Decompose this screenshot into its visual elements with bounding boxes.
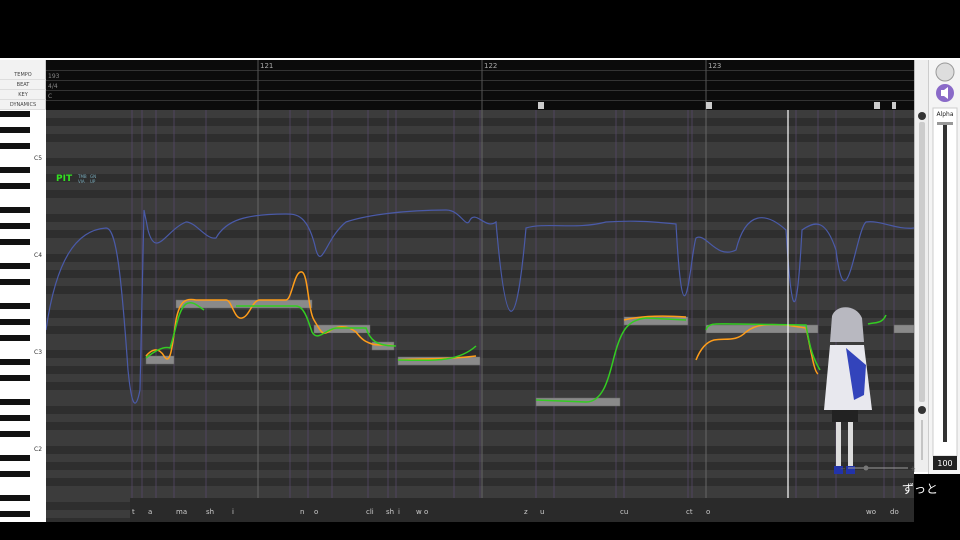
octave-c4-label: C4 xyxy=(34,252,42,259)
note-block[interactable] xyxy=(893,324,914,334)
lyric-syllable[interactable]: cu xyxy=(620,508,628,516)
black-key[interactable] xyxy=(0,455,30,461)
lyric-syllable[interactable]: do xyxy=(890,508,899,516)
black-key[interactable] xyxy=(0,495,30,501)
beat-label: BEAT xyxy=(0,80,46,90)
horizontal-zoom[interactable]: − + xyxy=(840,463,918,473)
zoom-handle[interactable] xyxy=(863,465,869,471)
note-block[interactable] xyxy=(705,324,819,334)
black-key[interactable] xyxy=(0,431,30,437)
lyric-syllable[interactable]: cli xyxy=(366,508,374,516)
lyric-syllable[interactable]: i xyxy=(398,508,400,516)
lyric-syllable[interactable]: ma xyxy=(176,508,187,516)
lyric-syllable[interactable]: n xyxy=(300,508,304,516)
lyric-syllable[interactable]: o xyxy=(424,508,428,516)
black-key[interactable] xyxy=(0,471,30,477)
param-tag: VIA xyxy=(78,179,85,184)
black-key[interactable] xyxy=(0,279,30,285)
dynamics-marker[interactable] xyxy=(874,102,880,109)
lyric-syllable[interactable]: a xyxy=(148,508,152,516)
tempo-label: TEMPO xyxy=(0,70,46,80)
lyric-syllable[interactable]: o xyxy=(706,508,710,516)
lyric-syllable[interactable]: w xyxy=(416,508,422,516)
black-key[interactable] xyxy=(0,239,30,245)
lyric-syllable[interactable]: z xyxy=(524,508,528,516)
beat-value: 4/4 xyxy=(48,83,58,90)
dynamics-marker[interactable] xyxy=(538,102,544,109)
lyric-syllable[interactable]: t xyxy=(132,508,135,516)
lyric-syllable[interactable]: o xyxy=(314,508,318,516)
alpha-value: 100 xyxy=(937,459,952,468)
zoom-minus-icon[interactable]: − xyxy=(840,465,846,473)
lyric-syllable[interactable]: wo xyxy=(866,508,876,516)
circle-button-icon[interactable] xyxy=(935,62,955,82)
octave-c5-label: C5 xyxy=(34,155,42,162)
black-key[interactable] xyxy=(0,319,30,325)
black-key[interactable] xyxy=(0,127,30,133)
black-key[interactable] xyxy=(0,223,30,229)
param-tag: UP xyxy=(90,179,96,184)
octave-c3-label: C3 xyxy=(34,349,42,356)
black-key[interactable] xyxy=(0,207,30,213)
side-panel: Alpha 100 xyxy=(928,60,960,474)
lyric-syllable[interactable]: i xyxy=(232,508,234,516)
scroll-up-icon[interactable] xyxy=(918,112,926,120)
pit-label: PIT xyxy=(56,174,73,184)
zoom-plus-icon[interactable]: + xyxy=(910,465,916,473)
lyric-syllable[interactable]: ct xyxy=(686,508,693,516)
black-key[interactable] xyxy=(0,359,30,365)
vertical-scrollbar[interactable] xyxy=(914,60,928,472)
dynamics-marker[interactable] xyxy=(706,102,712,109)
scroll-thumb[interactable] xyxy=(919,122,925,402)
measure-122: 122 xyxy=(484,62,497,70)
alpha-label: Alpha xyxy=(936,111,953,118)
subtitle-caption: ずっと xyxy=(901,482,938,496)
timeline-ruler[interactable]: 121 122 123 193 4/4 C xyxy=(46,60,914,110)
black-key[interactable] xyxy=(0,167,30,173)
black-key[interactable] xyxy=(0,335,30,341)
black-key[interactable] xyxy=(0,263,30,269)
black-key[interactable] xyxy=(0,415,30,421)
scroll-down-icon[interactable] xyxy=(918,406,926,414)
dynamics-label: DYNAMICS xyxy=(0,100,46,110)
key-value: C xyxy=(48,93,52,100)
black-key[interactable] xyxy=(0,183,30,189)
alpha-slider[interactable] xyxy=(943,122,947,442)
editor-window: TEMPO BEAT KEY DYNAMICS 121 122 123 193 … xyxy=(0,58,960,522)
black-key[interactable] xyxy=(0,143,30,149)
measure-123: 123 xyxy=(708,62,721,70)
black-key[interactable] xyxy=(0,399,30,405)
key-label: KEY xyxy=(0,90,46,100)
black-key[interactable] xyxy=(0,511,30,517)
octave-c2-label: C2 xyxy=(34,446,42,453)
lyric-syllable[interactable]: sh xyxy=(206,508,214,516)
piano-keyboard[interactable]: C5 C4 C3 C2 xyxy=(0,110,46,522)
tempo-value: 193 xyxy=(48,73,60,80)
black-key[interactable] xyxy=(0,303,30,309)
black-key[interactable] xyxy=(0,111,30,117)
piano-roll-grid[interactable]: PIT TMB GN VIA UP t a ma sh i n o cli sh i w o z u cu c xyxy=(46,110,914,522)
lyric-syllable[interactable]: sh xyxy=(386,508,394,516)
dynamics-marker[interactable] xyxy=(892,102,896,109)
lyric-syllable[interactable]: u xyxy=(540,508,544,516)
measure-121: 121 xyxy=(260,62,273,70)
black-key[interactable] xyxy=(0,375,30,381)
